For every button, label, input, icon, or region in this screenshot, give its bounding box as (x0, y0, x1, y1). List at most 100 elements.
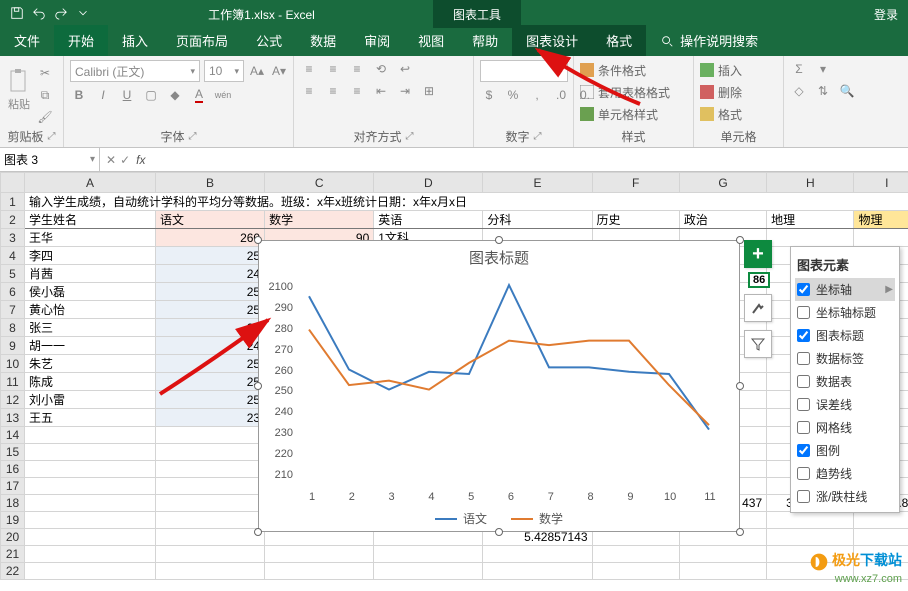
fx-icon[interactable]: fx (136, 153, 151, 167)
number-format-select[interactable]: ▾ (480, 60, 568, 82)
sort-filter-icon[interactable]: ⇅ (814, 82, 832, 100)
sheet-cell[interactable]: 黄心怡 (25, 301, 156, 319)
tab-formulas[interactable]: 公式 (242, 25, 296, 56)
align-right-icon[interactable]: ≡ (348, 82, 366, 100)
sheet-cell[interactable]: 24 (155, 337, 264, 355)
row-header[interactable]: 6 (1, 283, 25, 301)
format-painter-icon[interactable]: 🖌 (36, 108, 54, 126)
tab-file[interactable]: 文件 (0, 25, 54, 56)
cell-styles-button[interactable]: 单元格样式 (580, 104, 658, 124)
col-header[interactable]: H (767, 173, 854, 193)
sheet-cell[interactable]: 陈成 (25, 373, 156, 391)
fill-color-button[interactable]: ◆ (166, 86, 184, 104)
chart-legend[interactable]: 语文数学 (259, 510, 739, 527)
chart-element-option[interactable]: 误差线 (795, 393, 895, 416)
col-header[interactable]: C (265, 173, 374, 193)
resize-handle[interactable] (495, 528, 503, 536)
sheet-cell[interactable]: 刘小雷 (25, 391, 156, 409)
percent-icon[interactable]: % (504, 86, 522, 104)
row-header[interactable]: 5 (1, 265, 25, 283)
comma-icon[interactable]: , (528, 86, 546, 104)
sheet-cell[interactable]: 历史 (592, 211, 679, 229)
col-header[interactable]: F (592, 173, 679, 193)
row-header[interactable]: 12 (1, 391, 25, 409)
alignment-launcher-icon[interactable]: ⤢ (406, 131, 414, 142)
sheet-cell[interactable]: 260 (155, 229, 264, 247)
sheet-cell[interactable]: 25 (155, 301, 264, 319)
sheet-cell[interactable]: 24 (155, 319, 264, 337)
align-left-icon[interactable]: ≡ (300, 82, 318, 100)
align-center-icon[interactable]: ≡ (324, 82, 342, 100)
col-header[interactable]: G (679, 173, 766, 193)
sheet-cell[interactable]: 学生姓名 (25, 211, 156, 229)
sheet-cell[interactable]: 胡一一 (25, 337, 156, 355)
row-header[interactable]: 9 (1, 337, 25, 355)
chart-element-option[interactable]: 趋势线 (795, 462, 895, 485)
bold-button[interactable]: B (70, 86, 88, 104)
merge-cells-icon[interactable]: ⊞ (420, 82, 438, 100)
chart-element-option[interactable]: 涨/跌柱线 (795, 485, 895, 508)
conditional-format-button[interactable]: 条件格式 (580, 60, 646, 80)
resize-handle[interactable] (254, 236, 262, 244)
qat-dropdown-icon[interactable] (76, 6, 90, 23)
sheet-cell[interactable]: 25 (155, 283, 264, 301)
sheet-cell[interactable]: 英语 (374, 211, 483, 229)
chart-element-checkbox[interactable] (797, 329, 810, 342)
chart-element-option[interactable]: 图例 (795, 439, 895, 462)
border-button[interactable]: ▢ (142, 86, 160, 104)
font-size-select[interactable]: 10▾ (204, 60, 244, 82)
resize-handle[interactable] (254, 382, 262, 390)
sheet-cell[interactable]: 肖茜 (25, 265, 156, 283)
indent-dec-icon[interactable]: ⇤ (372, 82, 390, 100)
tab-insert[interactable]: 插入 (108, 25, 162, 56)
cut-icon[interactable]: ✂ (36, 64, 54, 82)
chart-plot-area[interactable] (299, 274, 719, 474)
sheet-cell[interactable]: 25 (155, 391, 264, 409)
tell-me-search[interactable]: 操作说明搜索 (646, 25, 772, 56)
chart-element-checkbox[interactable] (797, 398, 810, 411)
font-launcher-icon[interactable]: ⤢ (189, 131, 197, 142)
redo-icon[interactable] (54, 6, 68, 23)
fill-icon[interactable]: ▾ (814, 60, 832, 78)
align-middle-icon[interactable]: ≡ (324, 60, 342, 78)
paste-button[interactable]: 粘贴 (6, 60, 32, 120)
row-header[interactable]: 10 (1, 355, 25, 373)
save-icon[interactable] (10, 6, 24, 23)
align-top-icon[interactable]: ≡ (300, 60, 318, 78)
sheet-cell[interactable]: 25 (155, 247, 264, 265)
row-header[interactable]: 13 (1, 409, 25, 427)
number-launcher-icon[interactable]: ⤢ (534, 131, 542, 142)
sheet-cell[interactable]: 地理 (767, 211, 854, 229)
tab-help[interactable]: 帮助 (458, 25, 512, 56)
format-table-button[interactable]: 套用表格格式 (580, 82, 670, 102)
col-header[interactable]: D (374, 173, 483, 193)
font-color-button[interactable]: A (190, 86, 208, 104)
chart-element-option[interactable]: 坐标轴标题 (795, 301, 895, 324)
sheet-cell[interactable]: 王五 (25, 409, 156, 427)
col-header[interactable]: I (854, 173, 908, 193)
row-header[interactable]: 11 (1, 373, 25, 391)
resize-handle[interactable] (736, 236, 744, 244)
tab-chart-design[interactable]: 图表设计 (512, 25, 592, 56)
sheet-cell[interactable]: 李四 (25, 247, 156, 265)
worksheet-grid[interactable]: ABCDEFGHI1输入学生成绩，自动统计学科的平均分等数据。班级：x年x班统计… (0, 172, 908, 590)
font-name-select[interactable]: Calibri (正文)▾ (70, 60, 200, 82)
tab-format[interactable]: 格式 (592, 25, 646, 56)
undo-icon[interactable] (32, 6, 46, 23)
chart-element-checkbox[interactable] (797, 467, 810, 480)
chart-element-option[interactable]: 数据表 (795, 370, 895, 393)
resize-handle[interactable] (495, 236, 503, 244)
tab-home[interactable]: 开始 (54, 25, 108, 56)
sheet-cell[interactable]: 24 (155, 265, 264, 283)
format-cells-button[interactable]: 格式 (700, 104, 742, 124)
row-header[interactable]: 1 (1, 193, 25, 211)
chart-element-option[interactable]: 图表标题 (795, 324, 895, 347)
resize-handle[interactable] (736, 382, 744, 390)
underline-button[interactable]: U (118, 86, 136, 104)
enter-formula-icon[interactable]: ✓ (120, 153, 130, 167)
clipboard-launcher-icon[interactable]: ⤢ (48, 131, 56, 142)
embedded-chart[interactable]: 图表标题 2100290280270260250240230220210 123… (258, 240, 740, 532)
sheet-cell[interactable]: 物理 (854, 211, 908, 229)
sheet-cell[interactable]: 25 (155, 355, 264, 373)
find-icon[interactable]: 🔍 (838, 82, 856, 100)
